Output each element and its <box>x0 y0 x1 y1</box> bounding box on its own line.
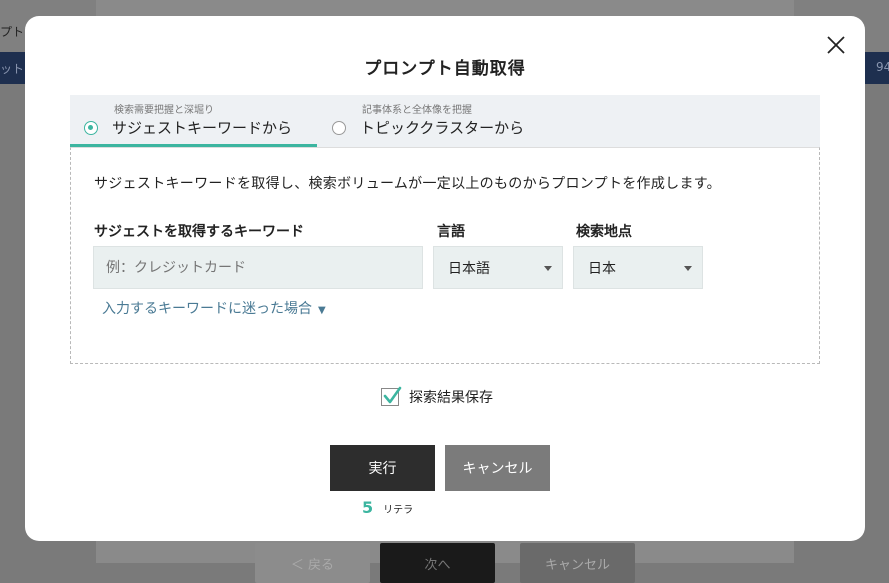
panel-description: サジェストキーワードを取得し、検索ボリュームが一定以上のものからプロンプトを作成… <box>94 176 721 192</box>
keyword-help-toggle[interactable]: 入力するキーワードに迷った場合 ▼ <box>102 298 326 318</box>
background-next-button: 次へ <box>380 543 495 583</box>
background-back-button: ＜ 戻る <box>255 543 370 583</box>
background-bar-text: ット <box>0 62 25 76</box>
keyword-label: サジェストを取得するキーワード <box>94 224 304 240</box>
caret-down-icon <box>544 266 552 271</box>
save-results-checkbox[interactable] <box>381 386 402 406</box>
keyword-input[interactable] <box>93 246 423 289</box>
radio-unselected-icon[interactable] <box>332 121 346 135</box>
location-select[interactable]: 日本 <box>573 246 703 289</box>
background-cancel-button: キャンセル <box>520 543 635 583</box>
cancel-button[interactable]: キャンセル <box>445 445 550 491</box>
prompt-auto-fetch-dialog: プロンプト自動取得 検索需要把握と深堀り サジェストキーワードから 記事体系と全… <box>25 16 865 541</box>
tab-label: トピッククラスターから <box>360 119 525 137</box>
source-tabs: 検索需要把握と深堀り サジェストキーワードから 記事体系と全体像を把握 トピック… <box>70 95 820 147</box>
run-button[interactable]: 実行 <box>330 445 435 491</box>
suggest-panel: サジェストキーワードを取得し、検索ボリュームが一定以上のものからプロンプトを作成… <box>70 147 820 364</box>
dialog-title: プロンプト自動取得 <box>364 59 526 79</box>
check-icon <box>383 386 402 404</box>
language-selected-value: 日本語 <box>448 260 490 277</box>
location-selected-value: 日本 <box>588 260 616 277</box>
background-bar-number: 94 <box>876 60 889 74</box>
language-select[interactable]: 日本語 <box>433 246 563 289</box>
background-text: プト <box>0 25 25 39</box>
tab-suggest-keywords[interactable]: 検索需要把握と深堀り サジェストキーワードから <box>70 95 317 147</box>
triangle-down-icon: ▼ <box>318 305 326 316</box>
close-icon <box>827 36 845 54</box>
radio-selected-icon[interactable] <box>84 121 98 135</box>
credit-cost: 5 リテラ <box>362 498 413 517</box>
credit-unit: リテラ <box>383 505 414 516</box>
caret-down-icon <box>684 266 692 271</box>
language-label: 言語 <box>437 224 465 240</box>
keyword-help-text: 入力するキーワードに迷った場合 <box>102 301 312 317</box>
location-label: 検索地点 <box>576 224 632 240</box>
tab-topic-cluster[interactable]: 記事体系と全体像を把握 トピッククラスターから <box>328 95 558 147</box>
save-results-label: 探索結果保存 <box>409 390 493 406</box>
save-results-option[interactable]: 探索結果保存 <box>381 386 493 408</box>
close-button[interactable] <box>825 34 847 56</box>
tab-label: サジェストキーワードから <box>112 119 293 137</box>
tab-sublabel: 記事体系と全体像を把握 <box>362 105 472 116</box>
tab-sublabel: 検索需要把握と深堀り <box>114 105 214 116</box>
credit-amount: 5 <box>362 498 374 517</box>
